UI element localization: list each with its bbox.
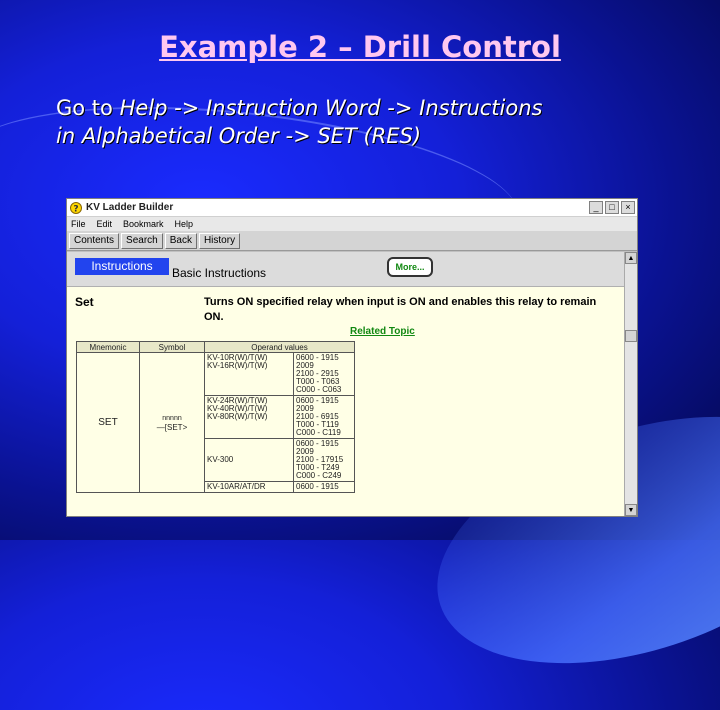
model-name: KV-10AR/AT/DR bbox=[207, 482, 266, 491]
operand-value: 0600 - 1915 bbox=[296, 482, 339, 491]
window-title: KV Ladder Builder bbox=[86, 202, 174, 213]
model-cell: KV-10AR/AT/DR bbox=[204, 481, 294, 493]
operand-value: C000 - C119 bbox=[296, 428, 341, 437]
operand-value: C000 - C063 bbox=[296, 385, 342, 394]
menu-bar: File Edit Bookmark Help bbox=[67, 217, 637, 231]
instruction-name: Set bbox=[75, 295, 94, 309]
menu-edit[interactable]: Edit bbox=[97, 219, 113, 229]
window-titlebar: ? KV Ladder Builder _ □ × bbox=[67, 199, 637, 217]
model-name: KV-16R(W)/T(W) bbox=[207, 361, 268, 370]
slide-title: Example 2 – Drill Control bbox=[159, 30, 561, 64]
instruction-path-1: Help -> Instruction Word -> Instructions bbox=[119, 96, 543, 120]
help-content: Instructions Basic Instructions More... … bbox=[67, 252, 625, 516]
table-row: SET nnnnn —[SET> KV-10R(W)/T(W) KV-16R(W… bbox=[76, 352, 355, 493]
symbol-cell: nnnnn —[SET> bbox=[139, 352, 205, 493]
menu-help[interactable]: Help bbox=[175, 219, 194, 229]
model-cell: KV-300 bbox=[204, 438, 294, 482]
instruction-path-2: in Alphabetical Order -> SET (RES) bbox=[56, 124, 422, 148]
operand-table: Mnemonic Symbol Operand values SET nnnnn… bbox=[76, 341, 355, 493]
scroll-down-arrow-icon[interactable]: ▼ bbox=[625, 504, 637, 516]
model-cell: KV-10R(W)/T(W) KV-16R(W)/T(W) bbox=[204, 352, 294, 396]
column-header-mnemonic: Mnemonic bbox=[76, 341, 140, 353]
symbol-device-number: nnnnn bbox=[162, 414, 182, 422]
model-cell: KV-24R(W)/T(W) KV-40R(W)/T(W) KV-80R(W)/… bbox=[204, 395, 294, 439]
section-title: Basic Instructions bbox=[172, 266, 267, 280]
column-header-symbol: Symbol bbox=[139, 341, 205, 353]
values-cell: 0600 - 1915 2009 2100 - 17915 T000 - T24… bbox=[293, 438, 355, 482]
help-window: ? KV Ladder Builder _ □ × File Edit Book… bbox=[66, 198, 638, 517]
help-toolbar: Contents Search Back History bbox=[67, 231, 637, 251]
values-cell: 0600 - 1915 bbox=[293, 481, 355, 493]
related-topic-link[interactable]: Related Topic bbox=[350, 326, 415, 337]
vertical-scrollbar[interactable]: ▲ ▼ bbox=[624, 252, 637, 516]
instructions-tab[interactable]: Instructions bbox=[75, 258, 169, 275]
instruction-description: Turns ON specified relay when input is O… bbox=[204, 296, 597, 323]
instruction-prefix: Go to bbox=[56, 96, 120, 120]
table-header-row: Mnemonic Symbol Operand values bbox=[76, 341, 355, 353]
svg-text:?: ? bbox=[73, 204, 78, 214]
contents-button[interactable]: Contents bbox=[69, 232, 120, 249]
slide-instructions: Go to Help -> Instruction Word -> Instru… bbox=[56, 94, 696, 150]
scroll-up-arrow-icon[interactable]: ▲ bbox=[625, 252, 637, 264]
model-name: KV-80R(W)/T(W) bbox=[207, 412, 268, 421]
close-button[interactable]: × bbox=[621, 201, 635, 214]
set-coil-symbol: nnnnn —[SET> bbox=[142, 414, 202, 432]
history-button[interactable]: History bbox=[198, 232, 241, 249]
symbol-coil: —[SET> bbox=[156, 422, 188, 432]
help-question-icon: ? bbox=[69, 201, 83, 215]
menu-file[interactable]: File bbox=[71, 219, 86, 229]
back-button[interactable]: Back bbox=[164, 232, 197, 249]
menu-bookmark[interactable]: Bookmark bbox=[123, 219, 164, 229]
values-cell: 0600 - 1915 2009 2100 - 6915 T000 - T119… bbox=[293, 395, 355, 439]
minimize-button[interactable]: _ bbox=[589, 201, 603, 214]
operand-value: C000 - C249 bbox=[296, 471, 342, 480]
scroll-thumb[interactable] bbox=[625, 330, 637, 342]
content-header: Instructions Basic Instructions More... bbox=[67, 252, 625, 287]
maximize-button[interactable]: □ bbox=[605, 201, 619, 214]
more-button[interactable]: More... bbox=[387, 257, 433, 277]
mnemonic-cell: SET bbox=[76, 352, 140, 493]
values-cell: 0600 - 1915 2009 2100 - 2915 T000 - T063… bbox=[293, 352, 355, 396]
column-header-operand-values: Operand values bbox=[204, 341, 355, 353]
symbol-coil-label: SET bbox=[167, 422, 183, 432]
search-button[interactable]: Search bbox=[121, 232, 163, 249]
model-name: KV-300 bbox=[207, 455, 234, 464]
